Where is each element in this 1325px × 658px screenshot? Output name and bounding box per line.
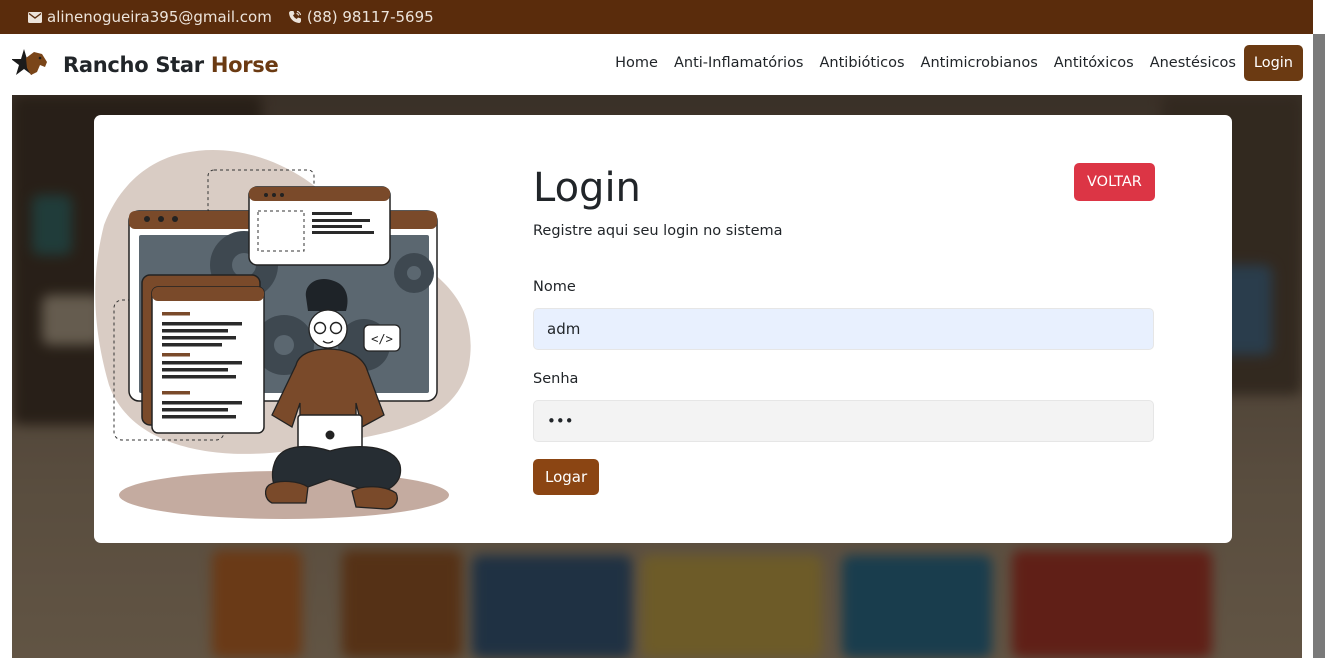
nav-antibioticos[interactable]: Antibióticos	[820, 55, 905, 71]
modal-subtitle: Registre aqui seu login no sistema	[533, 223, 783, 239]
password-label: Senha	[533, 371, 579, 387]
phone-icon	[288, 10, 301, 23]
nav-links: Home Anti-Inflamatórios Antibióticos Ant…	[599, 45, 1313, 81]
nav-anestesicos[interactable]: Anestésicos	[1150, 55, 1236, 71]
nav-antimicrobianos[interactable]: Antimicrobianos	[921, 55, 1038, 71]
svg-text:</>: </>	[371, 332, 393, 346]
envelope-icon	[28, 11, 42, 23]
logar-button[interactable]: Logar	[533, 459, 600, 495]
brand[interactable]: Rancho Star Horse	[12, 48, 279, 82]
password-input[interactable]: •••	[533, 400, 1154, 442]
brand-name: Rancho Star Horse	[63, 52, 279, 77]
login-modal: </> Login VOLTAR Registre aqui seu login…	[94, 115, 1232, 543]
contact-phone[interactable]: (88) 98117-5695	[288, 8, 434, 26]
nav-antitoxicos[interactable]: Antitóxicos	[1054, 55, 1134, 71]
nav-anti-inflamatorios[interactable]: Anti-Inflamatórios	[674, 55, 804, 71]
brand-name-accent: Horse	[210, 52, 279, 77]
contact-email-text: alinenogueira395@gmail.com	[47, 8, 272, 26]
modal-title: Login	[533, 165, 641, 211]
star-horse-logo	[12, 48, 47, 75]
contact-phone-text: (88) 98117-5695	[306, 8, 434, 26]
scrollbar-gutter	[1313, 34, 1325, 658]
name-label: Nome	[533, 279, 576, 295]
nav-home[interactable]: Home	[615, 55, 658, 71]
developer-illustration: </>	[95, 149, 471, 519]
contact-bar: alinenogueira395@gmail.com (88) 98117-56…	[0, 0, 1313, 34]
brand-name-main: Rancho Star	[63, 52, 204, 77]
main-navbar: Rancho Star Horse Home Anti-Inflamatório…	[0, 34, 1313, 95]
contact-email[interactable]: alinenogueira395@gmail.com	[28, 8, 272, 26]
name-input[interactable]: adm	[533, 308, 1154, 350]
voltar-button[interactable]: VOLTAR	[1074, 163, 1155, 201]
nav-login-button[interactable]: Login	[1243, 45, 1303, 81]
